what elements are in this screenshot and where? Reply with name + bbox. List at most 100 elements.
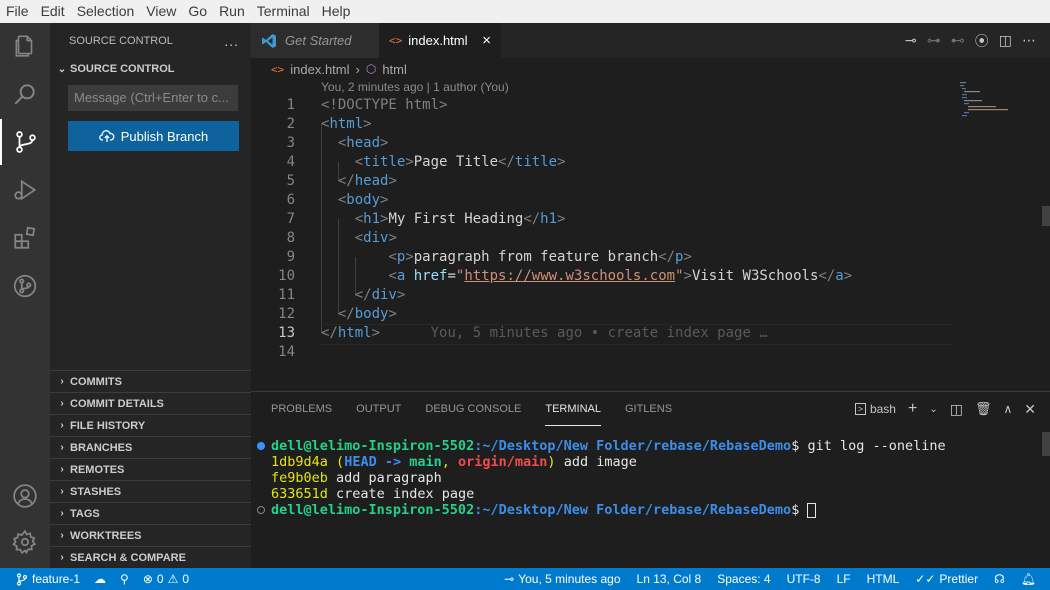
encoding-status[interactable]: UTF-8	[787, 572, 821, 586]
bottom-panel: PROBLEMS OUTPUT DEBUG CONSOLE TERMINAL G…	[251, 391, 1050, 568]
section-search-compare[interactable]: › SEARCH & COMPARE	[50, 546, 251, 568]
account-icon[interactable]	[0, 473, 50, 519]
indentation-status[interactable]: Spaces: 4	[717, 572, 770, 586]
chevron-right-icon: ›	[60, 508, 64, 519]
tag-name: h1	[540, 211, 558, 227]
command-decoration-icon[interactable]	[257, 442, 265, 450]
section-commit-details[interactable]: › COMMIT DETAILS	[50, 392, 251, 414]
code-line: 4 <title>Page Title</title>	[251, 153, 971, 172]
menu-help[interactable]: Help	[316, 0, 357, 23]
section-label: COMMITS	[70, 375, 122, 388]
commit-branch: main	[409, 454, 442, 470]
line-number: 10	[278, 268, 295, 284]
previous-change-icon[interactable]: ⊶	[927, 33, 941, 49]
source-control-icon[interactable]	[0, 119, 50, 165]
source-control-section-title[interactable]: ⌄ SOURCE CONTROL	[50, 58, 251, 80]
editor-scrollbar[interactable]	[1042, 206, 1050, 226]
tab-problems[interactable]: PROBLEMS	[271, 392, 332, 426]
shell-label: bash	[869, 402, 896, 416]
section-commits[interactable]: › COMMITS	[50, 370, 251, 392]
more-actions-icon[interactable]: ⋯	[1022, 33, 1036, 49]
menu-selection[interactable]: Selection	[71, 0, 141, 23]
tab-terminal[interactable]: TERMINAL	[545, 392, 601, 426]
chevron-down-icon[interactable]: ⌄	[929, 404, 937, 415]
language-mode[interactable]: HTML	[867, 572, 900, 586]
section-file-history[interactable]: › FILE HISTORY	[50, 414, 251, 436]
line-number: 2	[286, 116, 295, 132]
section-remotes[interactable]: › REMOTES	[50, 458, 251, 480]
code-editor[interactable]: You, 2 minutes ago | 1 author (You) 1 <!D…	[251, 80, 1050, 367]
menu-edit[interactable]: Edit	[35, 0, 71, 23]
section-worktrees[interactable]: › WORKTREES	[50, 524, 251, 546]
close-panel-icon[interactable]: ✕	[1024, 401, 1036, 418]
cloud-upload-icon	[98, 130, 115, 142]
codelens-blame[interactable]: You, 2 minutes ago | 1 author (You)	[321, 80, 509, 94]
more-actions-icon[interactable]: ...	[224, 33, 239, 49]
command-decoration-icon[interactable]	[257, 506, 265, 514]
line-number: 12	[278, 306, 295, 322]
explorer-icon[interactable]	[0, 23, 50, 69]
section-branches[interactable]: › BRANCHES	[50, 436, 251, 458]
notifications-bell-icon[interactable]: 🔔︎	[1021, 572, 1036, 586]
tag-name: div	[371, 287, 397, 303]
link-url[interactable]: https://www.w3schools.com	[464, 268, 675, 284]
tab-debug-console[interactable]: DEBUG CONSOLE	[425, 392, 521, 426]
extensions-icon[interactable]	[0, 215, 50, 261]
terminal-output[interactable]: dell@lelimo-Inspiron-5502:~/Desktop/New …	[257, 438, 946, 518]
inline-blame[interactable]: You, 5 minutes ago • create index page …	[431, 325, 768, 341]
minimap[interactable]	[960, 80, 1040, 120]
eol-status[interactable]: LF	[837, 572, 851, 586]
sidebar-title: SOURCE CONTROL	[69, 34, 173, 47]
split-terminal-icon[interactable]: ◫	[950, 401, 963, 418]
gear-icon[interactable]	[0, 519, 50, 565]
double-check-icon: ✓✓	[915, 572, 936, 586]
section-tags[interactable]: › TAGS	[50, 502, 251, 524]
next-change-icon[interactable]: ⊷	[951, 33, 965, 49]
tab-gitlens[interactable]: GITLENS	[625, 392, 672, 426]
breadcrumb-file[interactable]: index.html	[290, 62, 349, 77]
commit-message-input[interactable]: Message (Ctrl+Enter to c...	[68, 85, 238, 111]
feedback-icon[interactable]: ☊	[994, 572, 1005, 586]
terminal-cursor	[807, 502, 817, 518]
split-editor-icon[interactable]: ◫	[999, 33, 1012, 49]
publish-cloud-icon[interactable]: ☁	[94, 572, 106, 586]
search-icon[interactable]	[0, 71, 50, 117]
prettier-status[interactable]: ✓✓ Prettier	[915, 572, 978, 586]
line-number: 14	[278, 344, 295, 360]
attr-name: href	[413, 268, 448, 284]
gitlens-sections: › COMMITS › COMMIT DETAILS › FILE HISTORY ›…	[50, 370, 251, 568]
breadcrumb: <> index.html › ⬡ html	[251, 58, 951, 80]
tab-output[interactable]: OUTPUT	[356, 392, 401, 426]
prompt-end: $	[791, 438, 808, 454]
menu-go[interactable]: Go	[182, 0, 213, 23]
maximize-panel-icon[interactable]: ∧	[1003, 402, 1012, 416]
tab-index-html[interactable]: <> index.html ×	[379, 23, 501, 58]
menu-terminal[interactable]: Terminal	[251, 0, 316, 23]
tag-name: div	[363, 230, 389, 246]
terminal-line: 1db9d4a (HEAD -> main, origin/main) add …	[271, 454, 637, 470]
cursor-position[interactable]: Ln 13, Col 8	[637, 572, 702, 586]
problems-status[interactable]: ⊗ 0 ⚠ 0	[143, 572, 189, 586]
breadcrumb-element[interactable]: html	[382, 62, 407, 77]
menu-view[interactable]: View	[140, 0, 182, 23]
publish-branch-button[interactable]: Publish Branch	[68, 121, 239, 151]
section-stashes[interactable]: › STASHES	[50, 480, 251, 502]
line-number: 9	[286, 249, 295, 265]
trash-icon[interactable]: 🗑	[975, 401, 992, 417]
menu-run[interactable]: Run	[213, 0, 251, 23]
gitlens-inspect-icon[interactable]: ⦿	[975, 31, 989, 51]
error-count: 0	[156, 572, 164, 586]
gitlens-icon[interactable]	[0, 263, 50, 309]
new-terminal-icon[interactable]: +	[908, 400, 917, 418]
tab-get-started[interactable]: Get Started	[251, 23, 379, 58]
branch-status[interactable]: feature-1	[16, 572, 80, 586]
open-changes-icon[interactable]: ⊸	[905, 33, 917, 49]
blame-status[interactable]: ⊸ You, 5 minutes ago	[504, 572, 620, 586]
gitlens-status-icon[interactable]: ⚲	[120, 572, 129, 586]
menu-file[interactable]: File	[0, 0, 35, 23]
run-debug-icon[interactable]	[0, 167, 50, 213]
terminal-shell-selector[interactable]: > bash	[854, 402, 896, 416]
close-icon[interactable]: ×	[482, 32, 491, 49]
tag-name: body	[346, 192, 381, 208]
terminal-scrollbar[interactable]	[1042, 432, 1050, 456]
